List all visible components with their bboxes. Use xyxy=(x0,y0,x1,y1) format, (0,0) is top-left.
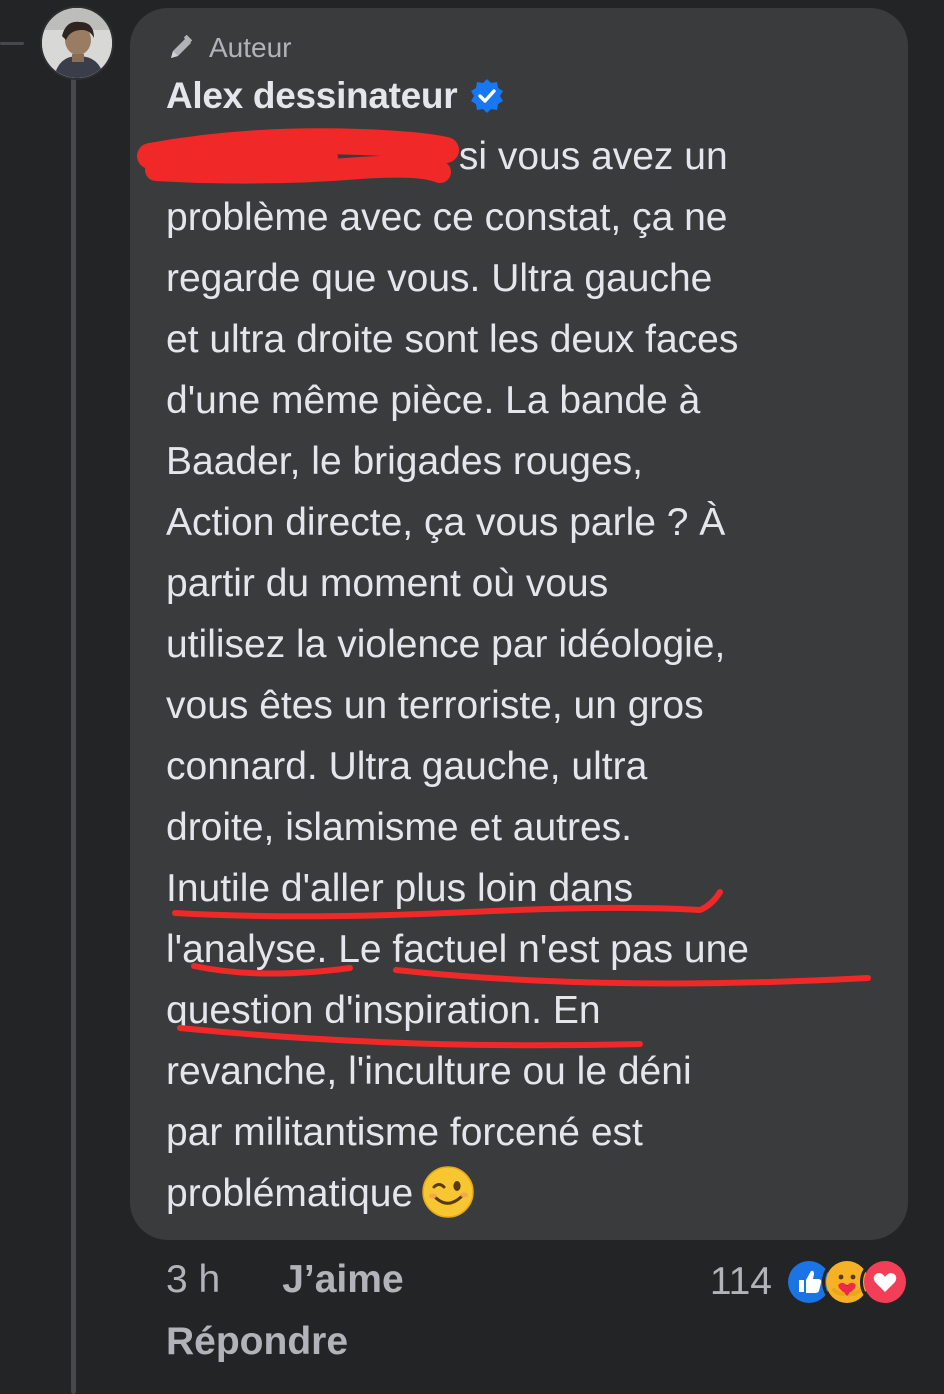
pencil-icon xyxy=(171,34,193,58)
verified-badge-icon xyxy=(471,79,504,113)
comment-thread: Auteur Alex dessinateur si vous avez un … xyxy=(0,0,944,1394)
comment-text-body: problème avec ce constat, ça ne regarde … xyxy=(166,196,749,1215)
timestamp[interactable]: 3 h xyxy=(166,1258,220,1302)
reactions-summary[interactable]: 114 xyxy=(710,1257,910,1307)
redacted-mention xyxy=(166,139,448,179)
thread-connector-vertical xyxy=(71,64,76,1394)
reply-button[interactable]: Répondre xyxy=(166,1320,348,1364)
comment-text-first-line: si vous avez un xyxy=(448,135,728,178)
comment-text: si vous avez un problème avec ce constat… xyxy=(166,126,882,1224)
thread-connector-horizontal xyxy=(0,42,24,45)
author-badge: Auteur xyxy=(165,30,292,66)
comment-meta: 3 h J’aime xyxy=(166,1258,404,1302)
avatar[interactable] xyxy=(40,6,114,80)
love-reaction-icon xyxy=(860,1257,910,1307)
author-tag-label: Auteur xyxy=(209,32,292,63)
author-row: Alex dessinateur xyxy=(166,72,505,120)
reaction-count: 114 xyxy=(709,1260,772,1303)
like-button[interactable]: J’aime xyxy=(282,1258,403,1302)
winking-face-emoji-icon xyxy=(422,1165,474,1218)
author-name[interactable]: Alex dessinateur xyxy=(166,75,458,117)
